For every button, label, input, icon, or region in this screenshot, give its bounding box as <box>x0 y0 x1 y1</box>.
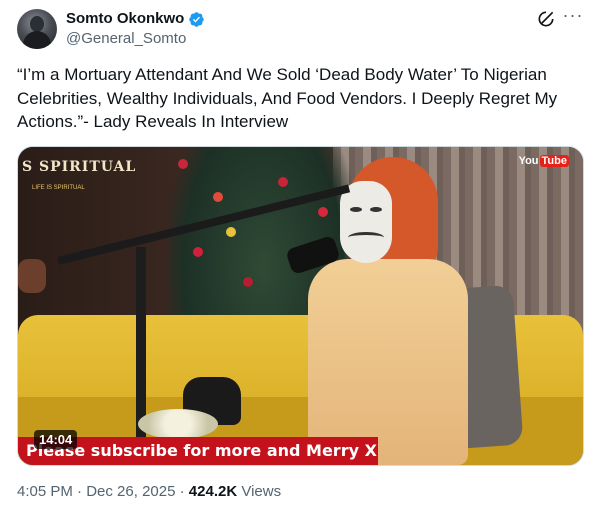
tweet-text: “I’m a Mortuary Attendant And We Sold ‘D… <box>17 65 561 131</box>
face-mask <box>340 181 392 263</box>
video-duration: 14:04 <box>34 430 78 449</box>
hand <box>18 259 46 293</box>
more-options-icon[interactable]: ··· <box>562 6 584 28</box>
youtube-logo: You Tube <box>518 155 569 167</box>
avatar-head <box>30 16 44 32</box>
video-player[interactable]: S SPIRITUAL LIFE IS SPIRITUAL You Tube Pl… <box>17 146 584 466</box>
grok-icon[interactable] <box>536 9 556 29</box>
post-date[interactable]: Dec 26, 2025 <box>86 483 175 500</box>
views-label: Views <box>237 483 282 500</box>
author-row: Somto Okonkwo <box>66 10 205 28</box>
avatar-body <box>23 31 51 49</box>
channel-logo: S SPIRITUAL <box>22 159 137 175</box>
author-name[interactable]: Somto Okonkwo <box>66 10 184 28</box>
channel-logo-subtitle: LIFE IS SPIRITUAL <box>32 185 85 191</box>
video-thumbnail: S SPIRITUAL LIFE IS SPIRITUAL You Tube <box>18 147 583 465</box>
person <box>308 259 468 465</box>
avatar[interactable] <box>17 9 57 49</box>
post-time[interactable]: 4:05 PM <box>17 483 73 500</box>
views-count: 424.2K <box>188 483 238 500</box>
author-handle[interactable]: @General_Somto <box>66 30 186 48</box>
flowers <box>138 409 218 439</box>
tweet-meta: 4:05 PM · Dec 26, 2025 · 424.2K Views <box>17 483 282 500</box>
verified-badge-icon[interactable] <box>188 11 205 28</box>
